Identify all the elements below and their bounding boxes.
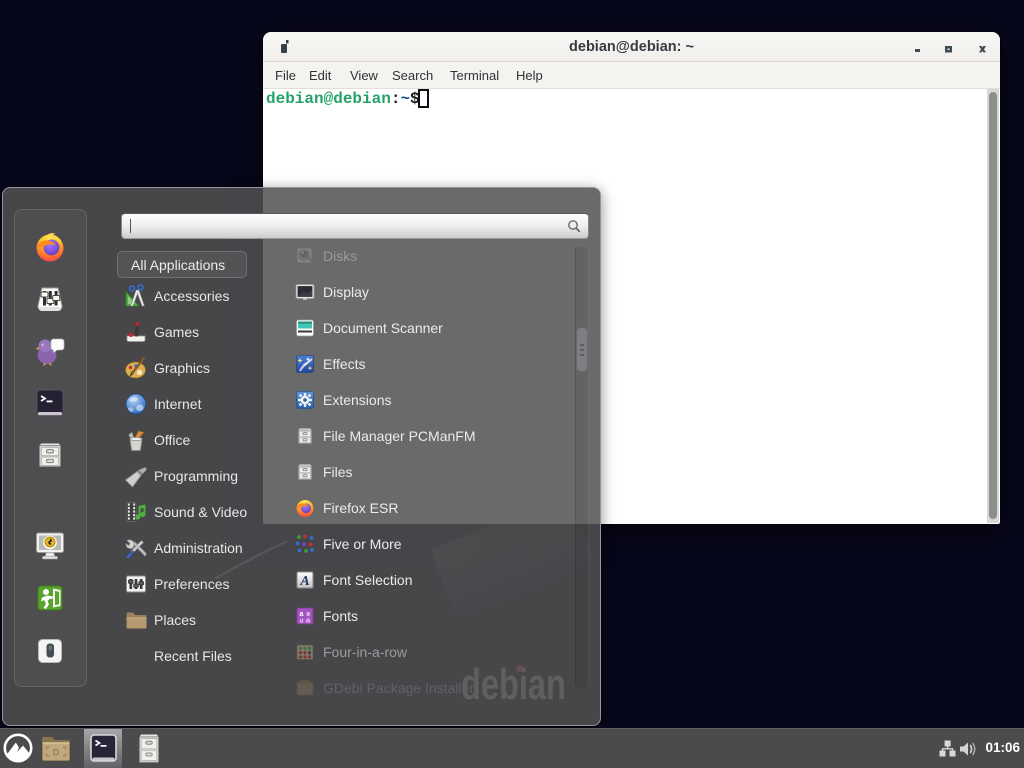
svg-text:a: a	[300, 616, 304, 625]
svg-text:D: D	[53, 748, 60, 758]
svg-text:A: A	[299, 574, 309, 589]
